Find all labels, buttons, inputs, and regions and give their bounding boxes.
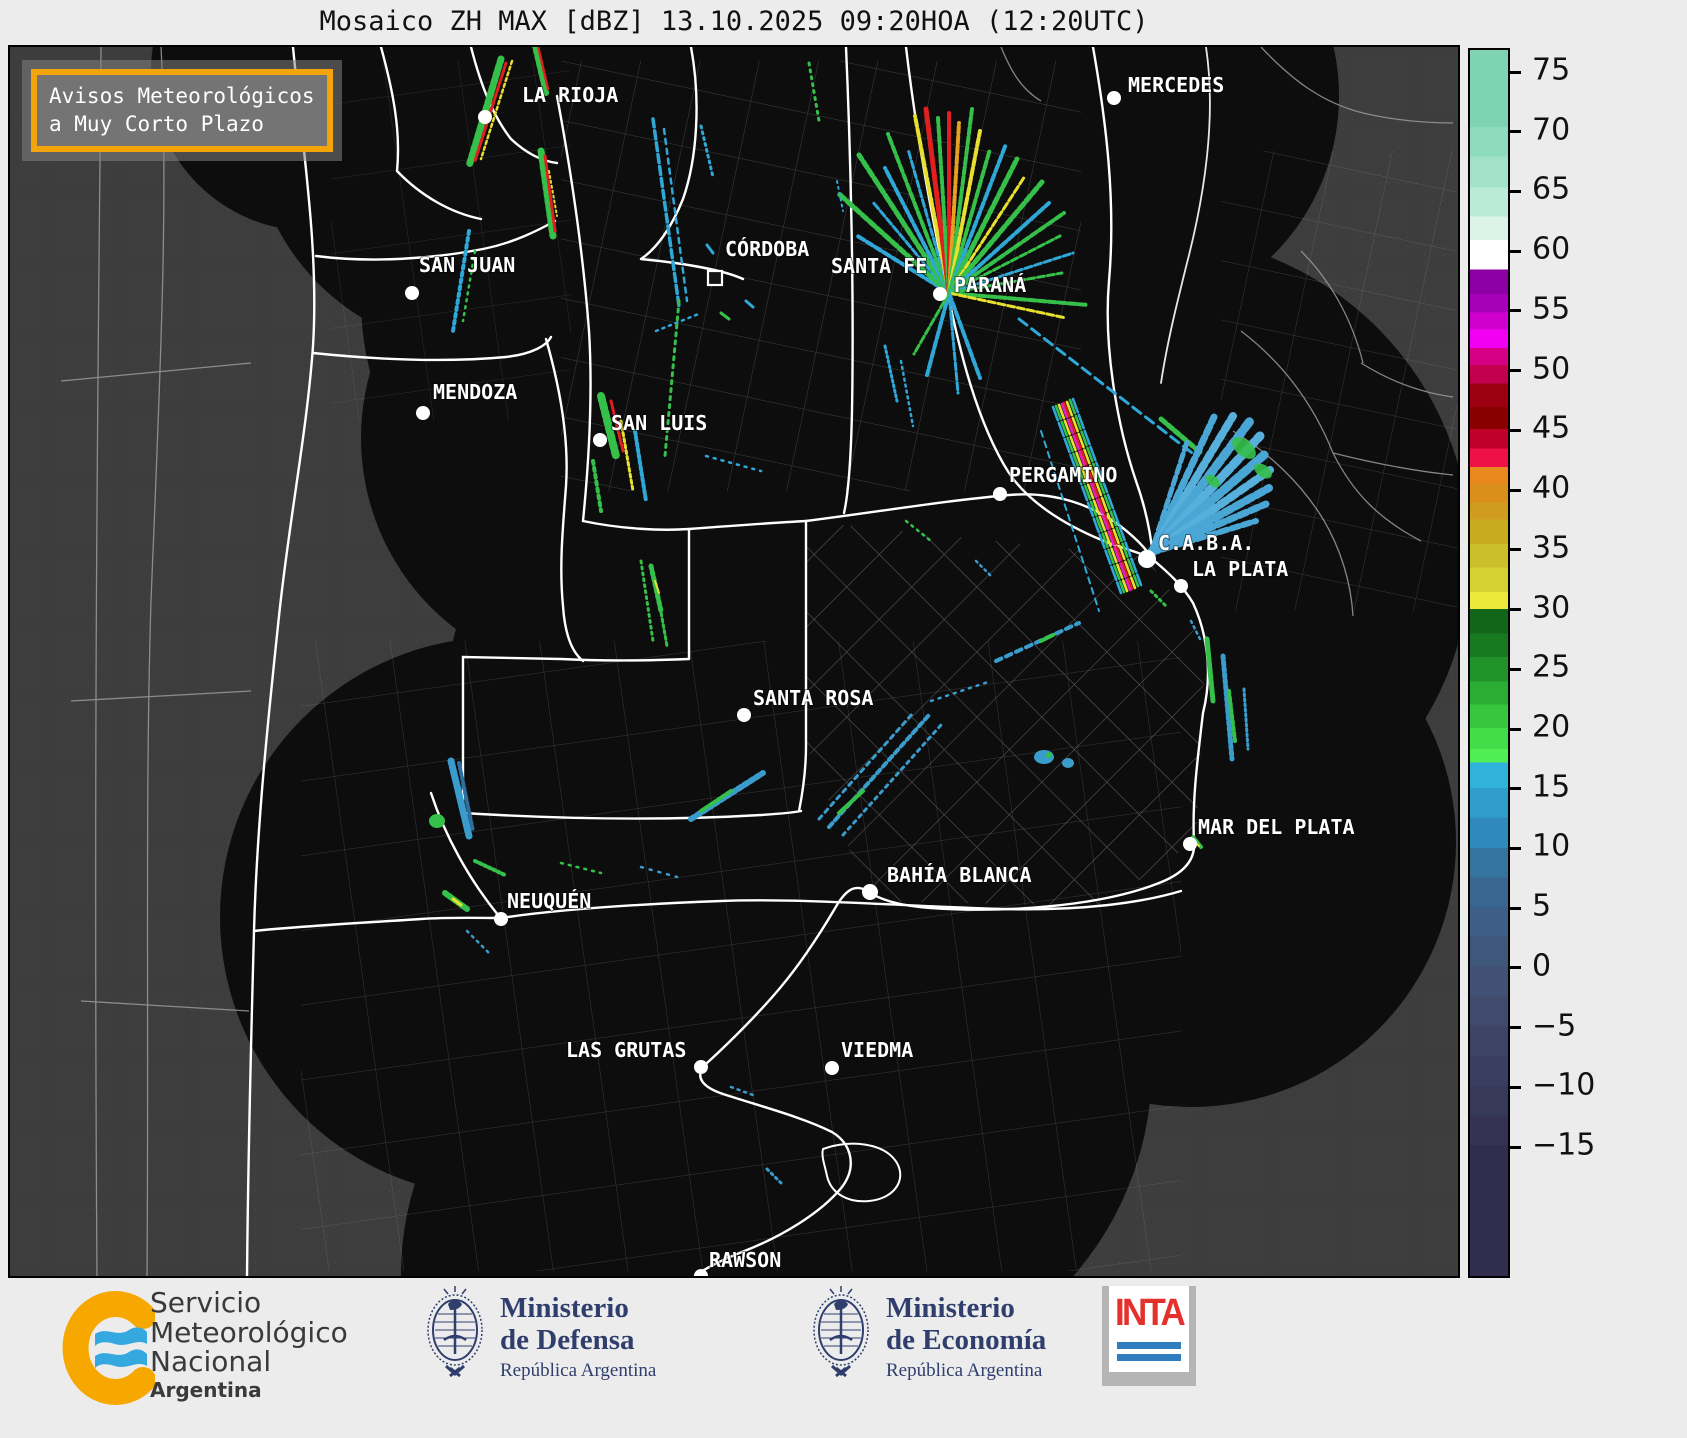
city-dot — [593, 433, 607, 447]
city-label: SAN LUIS — [611, 411, 707, 435]
city-label: C.A.B.A. — [1158, 531, 1254, 555]
colorbar-tick-mark — [1510, 428, 1521, 432]
inta-logo-text: INTA — [1115, 1292, 1186, 1334]
colorbar-tick-label: −10 — [1532, 1067, 1596, 1103]
city-label: MAR DEL PLATA — [1198, 815, 1355, 839]
city-dot — [862, 884, 878, 900]
colorbar-tick-label: 10 — [1532, 828, 1571, 864]
colorbar-tick-label: −15 — [1532, 1127, 1596, 1163]
city-label: SANTA ROSA — [753, 686, 873, 710]
colorbar-tick-label: 40 — [1532, 470, 1571, 506]
colorbar-tick-mark — [1510, 1085, 1521, 1089]
colorbar-tick-label: −5 — [1532, 1008, 1577, 1044]
city-dot — [1107, 91, 1121, 105]
city-label: SANTA FE — [831, 254, 927, 278]
colorbar-tick-label: 60 — [1532, 231, 1571, 267]
city-square-marker — [706, 269, 724, 287]
colorbar-tick-mark — [1510, 189, 1521, 193]
warning-line-1: Avisos Meteorológicos — [49, 84, 315, 108]
colorbar-tick-label: 45 — [1532, 410, 1571, 446]
city-santa-fe: SANTA FE — [830, 253, 928, 279]
city-dot — [405, 286, 419, 300]
city-dot — [478, 110, 492, 124]
colorbar-tick-label: 20 — [1532, 709, 1571, 745]
colorbar-gradient — [1468, 48, 1510, 1278]
city-label: PARANÁ — [954, 273, 1026, 297]
colorbar-tick-mark — [1510, 787, 1521, 791]
city-dot — [933, 287, 947, 301]
colorbar-tick-label: 25 — [1532, 649, 1571, 685]
radar-product-page: Mosaico ZH MAX [dBZ] 13.10.2025 09:20HOA… — [0, 0, 1687, 1438]
city-dot — [737, 708, 751, 722]
city-dot — [1174, 579, 1188, 593]
economia-crest-icon — [813, 1286, 869, 1378]
colorbar-tick-label: 30 — [1532, 589, 1571, 625]
economia-logo-text: Ministerio de Economía República Argenti… — [886, 1292, 1047, 1381]
smn-logo-icon — [62, 1291, 155, 1405]
colorbar-tick-mark — [1510, 1145, 1521, 1149]
city-dot — [694, 1060, 708, 1074]
colorbar-tick-mark — [1510, 369, 1521, 373]
colorbar-tick-mark — [1510, 608, 1521, 612]
warning-box[interactable]: Avisos Meteorológicos a Muy Corto Plazo — [22, 60, 342, 161]
city-dot — [993, 487, 1007, 501]
colorbar-tick-mark — [1510, 667, 1521, 671]
page-title: Mosaico ZH MAX [dBZ] 13.10.2025 09:20HOA… — [319, 6, 1149, 37]
city-label: LA RIOJA — [522, 83, 618, 107]
colorbar-tick-mark — [1510, 727, 1521, 731]
footer: Servicio Meteorológico Nacional Argentin… — [0, 1278, 1687, 1438]
radar-map: MERCEDES LA RIOJA SAN JUAN CÓRDOBA SANTA FE P… — [8, 45, 1460, 1278]
colorbar-tick-label: 75 — [1532, 52, 1571, 88]
inta-logo: INTA — [1102, 1286, 1196, 1386]
colorbar-tick-mark — [1510, 249, 1521, 253]
defensa-crest-icon — [427, 1286, 483, 1378]
colorbar-tick-label: 65 — [1532, 171, 1571, 207]
city-label: NEUQUÉN — [507, 889, 591, 913]
colorbar-tick-mark — [1510, 846, 1521, 850]
city-label: PERGAMINO — [1009, 463, 1117, 487]
city-dot — [1183, 837, 1197, 851]
city-label: BAHÍA BLANCA — [887, 863, 1032, 887]
city-label: MENDOZA — [433, 380, 517, 404]
colorbar-tick-label: 15 — [1532, 769, 1571, 805]
city-dot — [1138, 550, 1156, 568]
colorbar-tick-label: 70 — [1532, 112, 1571, 148]
colorbar-tick-label: 0 — [1532, 948, 1552, 984]
smn-logo-text: Servicio Meteorológico Nacional Argentin… — [150, 1286, 348, 1403]
colorbar-tick-mark — [1510, 1026, 1521, 1030]
colorbar-tick-mark — [1510, 966, 1521, 970]
colorbar-tick-label: 55 — [1532, 291, 1571, 327]
colorbar-tick-mark — [1510, 130, 1521, 134]
city-label: MERCEDES — [1128, 73, 1224, 97]
colorbar-tick-label: 5 — [1532, 888, 1552, 924]
city-dot — [494, 912, 508, 926]
city-label: VIEDMA — [841, 1038, 913, 1062]
colorbar-tick-mark — [1510, 70, 1521, 74]
defensa-logo-text: Ministerio de Defensa República Argentin… — [500, 1292, 657, 1381]
colorbar-tick-label: 35 — [1532, 530, 1571, 566]
warning-line-2: a Muy Corto Plazo — [49, 112, 264, 137]
colorbar-tick-label: 50 — [1532, 351, 1571, 387]
colorbar-ticks: 75 70 65 60 55 50 45 40 35 30 25 20 15 10 5 0 −5 −10 −15 — [1510, 48, 1680, 1278]
city-dot — [825, 1061, 839, 1075]
colorbar-tick-mark — [1510, 488, 1521, 492]
city-label: RAWSON — [709, 1248, 781, 1272]
colorbar-tick-mark — [1510, 548, 1521, 552]
city-label: LA PLATA — [1192, 557, 1288, 581]
colorbar-tick-mark — [1510, 906, 1521, 910]
city-label: CÓRDOBA — [725, 237, 809, 261]
colorbar-tick-mark — [1510, 309, 1521, 313]
city-label: LAS GRUTAS — [566, 1038, 686, 1062]
city-label: SAN JUAN — [419, 253, 515, 277]
city-dot — [416, 406, 430, 420]
